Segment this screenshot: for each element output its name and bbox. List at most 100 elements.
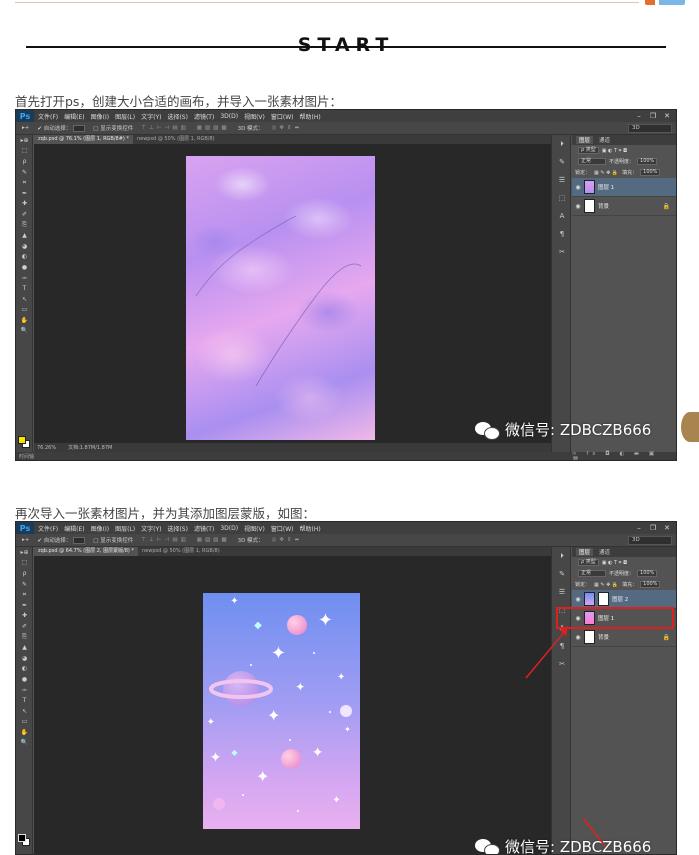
workspace-select[interactable]: 3D [628, 124, 672, 133]
channels-tab[interactable]: 通道 [599, 136, 610, 144]
layer-kind-filter[interactable]: ρ 类型 [578, 559, 599, 566]
menu-item[interactable]: 编辑(E) [64, 524, 84, 533]
paragraph-icon[interactable]: ¶ [552, 225, 572, 243]
auto-select-checkbox[interactable]: ✔ 自动选择： [37, 536, 86, 544]
show-transform-checkbox[interactable]: □ 显示变换控件 [93, 536, 133, 544]
document-tab-active[interactable]: zqb.psd @ 76.1% (图层 1, RGB/8#) * [34, 135, 133, 144]
tool-button[interactable]: ✐ [16, 209, 33, 220]
tool-button[interactable]: ▭ [16, 717, 33, 728]
tool-button[interactable]: ▭ [16, 305, 33, 316]
tool-button[interactable]: ⬚ [16, 146, 33, 157]
properties-icon[interactable]: ☰ [552, 583, 572, 601]
tool-button[interactable]: ◕ [16, 653, 33, 664]
visibility-eye-icon[interactable]: ◉ [572, 184, 584, 191]
foreground-color-swatch[interactable] [18, 436, 26, 444]
tool-button[interactable]: ◕ [16, 241, 33, 252]
tool-button[interactable]: ✋ [16, 315, 33, 326]
brush-icon[interactable]: ✎ [552, 565, 572, 583]
menu-item[interactable]: 图像(I) [91, 112, 109, 121]
properties-icon[interactable]: ☰ [552, 171, 572, 189]
blend-mode-select[interactable]: 正常 [578, 570, 606, 577]
menu-item[interactable]: 文字(Y) [141, 524, 161, 533]
menu-item[interactable]: 窗口(W) [271, 112, 294, 121]
zoom-level[interactable]: 76.26% [37, 445, 56, 451]
menu-item[interactable]: 滤镜(T) [194, 524, 214, 533]
document-tab[interactable]: newpsd @ 50% (图层 1, RGB/8) [138, 547, 224, 556]
tool-button[interactable]: ⬚ [16, 558, 33, 569]
history-icon[interactable]: ⏵ [552, 135, 572, 153]
tool-button[interactable]: ✋ [16, 727, 33, 738]
character-icon[interactable]: A [552, 207, 572, 225]
layer-row-background[interactable]: ◉ 背景 🔒 [572, 197, 676, 216]
tool-button[interactable]: ◐ [16, 664, 33, 675]
tool-button[interactable]: ✑ [16, 273, 33, 284]
tool-button[interactable]: ✚ [16, 611, 33, 622]
workspace-select[interactable]: 3D [628, 536, 672, 545]
opacity-input[interactable]: 100% [637, 158, 658, 165]
auto-select-dropdown[interactable] [73, 537, 86, 544]
3d-mode-icons[interactable]: ◎✥⇕⬌ [272, 125, 303, 131]
align-icons[interactable]: ⊤⊥⊢⊣▤▥ [141, 125, 189, 131]
minimize-icon[interactable]: – [632, 522, 646, 534]
tool-button[interactable]: ✒ [16, 188, 33, 199]
history-icon[interactable]: ⏵ [552, 547, 572, 565]
menu-item[interactable]: 3D(D) [220, 525, 238, 532]
tool-button[interactable]: ✒ [16, 600, 33, 611]
tool-button[interactable]: ↖ [16, 706, 33, 717]
tool-button[interactable]: ⌗ [16, 589, 33, 600]
menu-item[interactable]: 3D(D) [220, 113, 238, 120]
menu-item[interactable]: 文件(F) [38, 112, 58, 121]
close-icon[interactable]: ✕ [660, 522, 674, 534]
layer-kind-filter[interactable]: ρ 类型 [578, 147, 599, 154]
fill-input[interactable]: 100% [640, 169, 661, 176]
document-tab[interactable]: newpsd @ 50% (图层 1, RGB/8) [133, 135, 219, 144]
layer-row-background[interactable]: ◉ 背景 🔒 [572, 628, 676, 647]
layer-mask-thumbnail[interactable] [598, 592, 609, 606]
menu-item[interactable]: 选择(S) [167, 524, 188, 533]
layers-footer-icons[interactable]: ∞ fx ◘ ◐ ▬ ▣ 🗑 [572, 451, 676, 460]
visibility-eye-icon[interactable]: ◉ [572, 634, 584, 641]
auto-select-checkbox[interactable]: ✔ 自动选择： [37, 124, 86, 132]
menu-item[interactable]: 帮助(H) [300, 524, 321, 533]
menu-item[interactable]: 编辑(E) [64, 112, 84, 121]
visibility-eye-icon[interactable]: ◉ [572, 203, 584, 210]
opacity-input[interactable]: 100% [637, 570, 658, 577]
menu-item[interactable]: 文件(F) [38, 524, 58, 533]
tool-button[interactable]: ⌗ [16, 177, 33, 188]
tool-button[interactable]: ▸⊕ [16, 547, 33, 558]
fill-input[interactable]: 100% [640, 581, 661, 588]
tool-button[interactable]: ✑ [16, 685, 33, 696]
lock-icons[interactable]: ▦ ✎ ✥ 🔒 [594, 170, 618, 176]
menu-item[interactable]: 滤镜(T) [194, 112, 214, 121]
show-transform-checkbox[interactable]: □ 显示变换控件 [93, 124, 133, 132]
lock-icons[interactable]: ▦ ✎ ✥ 🔒 [594, 582, 618, 588]
menu-item[interactable]: 窗口(W) [271, 524, 294, 533]
tool-button[interactable]: 🔍 [16, 738, 33, 749]
tool-button[interactable]: ● [16, 674, 33, 685]
tool-button[interactable]: ⎘ [16, 220, 33, 231]
tool-button[interactable]: ρ [16, 568, 33, 579]
align-icons[interactable]: ⊤⊥⊢⊣▤▥ [141, 537, 189, 543]
foreground-color-swatch[interactable] [18, 834, 26, 842]
layers-tab[interactable]: 图层 [576, 548, 594, 556]
menu-item[interactable]: 视图(V) [244, 524, 265, 533]
restore-icon[interactable]: ❐ [646, 522, 660, 534]
tool-button[interactable]: ▸⊕ [16, 135, 33, 146]
document-tab-active[interactable]: zqb.psd @ 64.7% (图层 2, 图层蒙版/8) * [34, 547, 138, 556]
menu-item[interactable]: 帮助(H) [300, 112, 321, 121]
tool-button[interactable]: ⎘ [16, 632, 33, 643]
menu-item[interactable]: 文字(Y) [141, 112, 161, 121]
tool-button[interactable]: ● [16, 262, 33, 273]
tools-icon[interactable]: ✂ [552, 243, 572, 261]
tool-button[interactable]: ✚ [16, 199, 33, 210]
tool-button[interactable]: T [16, 695, 33, 706]
filter-icons[interactable]: ▣ ◐ T ⌗ ◘ [602, 560, 627, 566]
tool-button[interactable]: ◐ [16, 252, 33, 263]
channels-tab[interactable]: 通道 [599, 548, 610, 556]
visibility-eye-icon[interactable]: ◉ [572, 596, 584, 603]
tool-button[interactable]: ↖ [16, 294, 33, 305]
move-tool-icon[interactable]: ▸+ [22, 537, 29, 543]
distribute-icons[interactable]: ▦▧▨▩ [197, 537, 230, 543]
distribute-icons[interactable]: ▦▧▨▩ [197, 125, 230, 131]
move-tool-icon[interactable]: ▸+ [22, 125, 29, 131]
